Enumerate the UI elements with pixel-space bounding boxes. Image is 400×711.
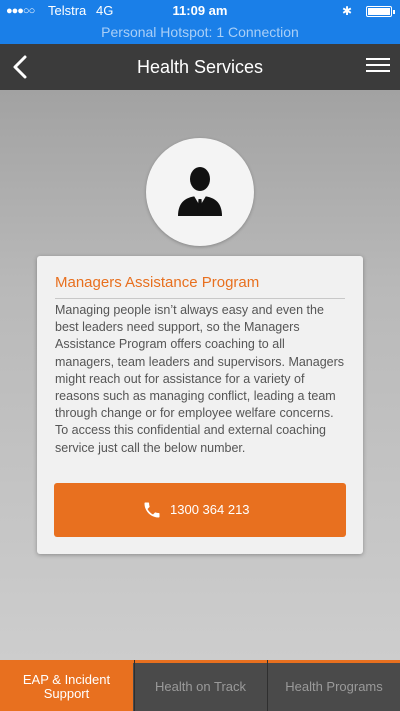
tab-label: Health Programs bbox=[285, 678, 383, 694]
card-title: Managers Assistance Program bbox=[55, 274, 345, 299]
businessman-icon bbox=[178, 167, 222, 216]
nav-bar: Health Services bbox=[0, 44, 400, 90]
phone-icon bbox=[144, 502, 160, 518]
bluetooth-icon: ✱ bbox=[341, 4, 352, 18]
menu-icon-bar bbox=[366, 70, 390, 72]
menu-icon-bar bbox=[366, 64, 390, 66]
main-content: Managers Assistance Program Managing peo… bbox=[0, 90, 400, 660]
status-bar: ●●●○○ Telstra 4G 11:09 am ✱ Personal Hot… bbox=[0, 0, 400, 44]
battery-icon bbox=[366, 6, 395, 17]
tab-eap-incident-support[interactable]: EAP & Incident Support bbox=[0, 660, 133, 711]
tab-health-programs[interactable]: Health Programs bbox=[267, 660, 400, 711]
card-description: Managing people isn’t always easy and ev… bbox=[55, 303, 345, 455]
call-button[interactable]: 1300 364 213 bbox=[54, 483, 346, 537]
phone-number: 1300 364 213 bbox=[170, 502, 250, 517]
tab-bar: EAP & Incident Support Health on Track H… bbox=[0, 660, 400, 711]
avatar bbox=[146, 138, 254, 246]
menu-button[interactable] bbox=[366, 55, 390, 79]
status-row: ●●●○○ Telstra 4G 11:09 am ✱ bbox=[0, 0, 400, 22]
hamburger-menu-icon bbox=[366, 58, 390, 60]
tab-health-on-track[interactable]: Health on Track bbox=[134, 660, 266, 711]
status-time: 11:09 am bbox=[172, 3, 228, 18]
tab-label: EAP & Incident Support bbox=[22, 671, 111, 701]
page-title: Health Services bbox=[136, 57, 264, 77]
hotspot-banner[interactable]: Personal Hotspot: 1 Connection bbox=[0, 22, 400, 42]
program-card: Managers Assistance Program Managing peo… bbox=[37, 256, 363, 554]
tab-label: Health on Track bbox=[154, 678, 247, 694]
